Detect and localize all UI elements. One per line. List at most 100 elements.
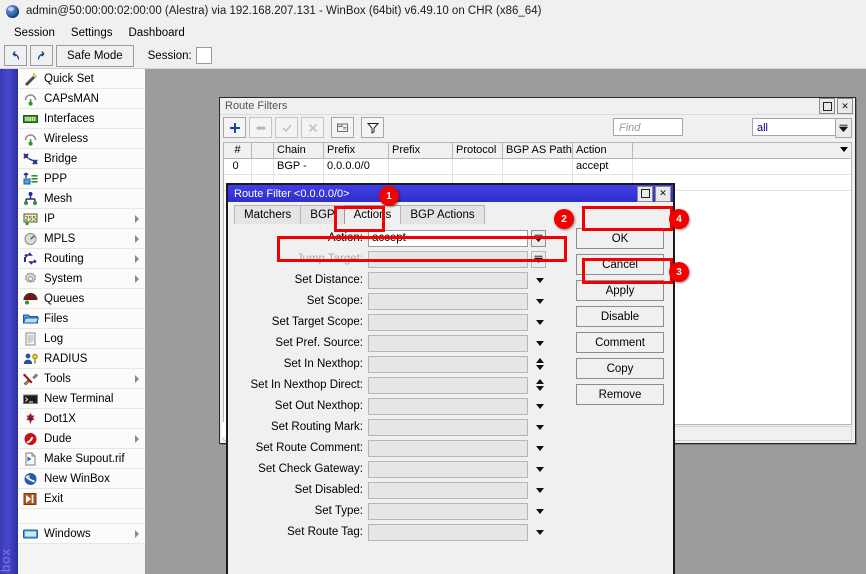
sidebar-item-ppp[interactable]: PPP <box>18 169 145 189</box>
comment-button[interactable] <box>331 117 354 138</box>
column-header-bgp-as-path[interactable]: BGP AS Path <box>503 143 573 158</box>
jump-target-dropdown-icon[interactable] <box>531 251 546 268</box>
chevron-down-icon[interactable] <box>835 118 852 138</box>
route-filter-dialog-titlebar[interactable]: Route Filter <0.0.0.0/0> ✕ <box>228 185 673 202</box>
table-row[interactable]: 0 BGP - OUT 0.0.0.0/0 accept <box>224 159 851 175</box>
chevron-down-icon[interactable] <box>531 467 548 472</box>
find-input[interactable]: Find <box>613 118 683 136</box>
set-route-comment-input[interactable] <box>368 440 528 457</box>
jump-target-input[interactable] <box>368 251 528 268</box>
sidebar-item-files[interactable]: Files <box>18 309 145 329</box>
sidebar-item-interfaces[interactable]: Interfaces <box>18 109 145 129</box>
stepper-icon[interactable] <box>531 379 548 391</box>
set-check-gateway-input[interactable] <box>368 461 528 478</box>
sidebar-item-tools[interactable]: Tools <box>18 369 145 389</box>
safe-mode-button[interactable]: Safe Mode <box>56 45 134 67</box>
sidebar-brand-label: box <box>0 548 20 572</box>
set-out-nexthop-input[interactable] <box>368 398 528 415</box>
column-header-chain[interactable]: Chain <box>274 143 324 158</box>
close-icon[interactable]: ✕ <box>837 98 853 114</box>
chevron-down-icon[interactable] <box>531 404 548 409</box>
set-in-nexthop-direct-input[interactable] <box>368 377 528 394</box>
field-row-set-in-nexthop-direct: Set In Nexthop Direct: <box>228 375 569 395</box>
tab-bgp[interactable]: BGP <box>300 205 344 224</box>
sidebar-item-make-supout[interactable]: Make Supout.rif <box>18 449 145 469</box>
cancel-button[interactable]: Cancel <box>576 254 664 275</box>
actions-form: Action: accept Jump Target: Set Distance… <box>228 228 569 543</box>
chevron-down-icon[interactable] <box>531 425 548 430</box>
column-header-prefix[interactable]: Prefix <box>324 143 389 158</box>
set-pref-source-input[interactable] <box>368 335 528 352</box>
sidebar-item-radius[interactable]: RADIUS <box>18 349 145 369</box>
close-icon[interactable]: ✕ <box>655 186 671 202</box>
chevron-down-icon[interactable] <box>531 320 548 325</box>
set-routing-mark-input[interactable] <box>368 419 528 436</box>
sidebar-item-dude[interactable]: Dude <box>18 429 145 449</box>
redo-arrow-icon[interactable] <box>30 45 53 66</box>
route-filters-titlebar[interactable]: Route Filters ✕ <box>220 98 855 115</box>
maximize-icon[interactable] <box>819 98 835 114</box>
chevron-down-icon[interactable] <box>531 488 548 493</box>
menu-item-dashboard[interactable]: Dashboard <box>120 25 192 41</box>
sidebar-item-log[interactable]: Log <box>18 329 145 349</box>
set-disabled-input[interactable] <box>368 482 528 499</box>
sidebar-item-quick-set[interactable]: Quick Set <box>18 69 145 89</box>
column-header-num[interactable]: # <box>224 143 252 158</box>
ok-button[interactable]: OK <box>576 228 664 249</box>
column-header-prefix-length[interactable]: Prefix Length <box>389 143 453 158</box>
copy-button[interactable]: Copy <box>576 358 664 379</box>
apply-button[interactable]: Apply <box>576 280 664 301</box>
disable-button[interactable] <box>301 117 324 138</box>
filter-select[interactable]: all <box>752 118 837 136</box>
sidebar-item-wireless[interactable]: Wireless <box>18 129 145 149</box>
antenna-icon <box>22 131 39 147</box>
sidebar-item-bridge[interactable]: Bridge <box>18 149 145 169</box>
action-input[interactable]: accept <box>368 230 528 247</box>
sidebar-item-mesh[interactable]: Mesh <box>18 189 145 209</box>
chevron-down-icon[interactable] <box>531 446 548 451</box>
undo-arrow-icon[interactable] <box>4 45 27 66</box>
tab-bgp-actions[interactable]: BGP Actions <box>400 205 484 224</box>
chevron-down-icon[interactable] <box>531 299 548 304</box>
tab-matchers[interactable]: Matchers <box>234 205 301 224</box>
chevron-down-icon[interactable] <box>531 341 548 346</box>
menu-item-session[interactable]: Session <box>6 25 63 41</box>
filter-button[interactable] <box>361 117 384 138</box>
maximize-icon[interactable] <box>637 186 653 202</box>
stepper-icon[interactable] <box>531 358 548 370</box>
set-type-input[interactable] <box>368 503 528 520</box>
sidebar-item-routing[interactable]: Routing <box>18 249 145 269</box>
disable-button[interactable]: Disable <box>576 306 664 327</box>
tab-actions[interactable]: Actions <box>344 205 402 224</box>
menu-item-settings[interactable]: Settings <box>63 25 121 41</box>
session-input[interactable] <box>196 47 212 64</box>
sidebar-item-dot1x[interactable]: Dot1X <box>18 409 145 429</box>
add-button[interactable] <box>223 117 246 138</box>
remove-button[interactable] <box>249 117 272 138</box>
chevron-down-icon[interactable] <box>531 530 548 535</box>
set-distance-input[interactable] <box>368 272 528 289</box>
sidebar-item-new-winbox[interactable]: New WinBox <box>18 469 145 489</box>
column-header-action[interactable]: Action <box>573 143 633 158</box>
set-in-nexthop-input[interactable] <box>368 356 528 373</box>
set-target-scope-input[interactable] <box>368 314 528 331</box>
sidebar-item-mpls[interactable]: MPLS <box>18 229 145 249</box>
enable-button[interactable] <box>275 117 298 138</box>
set-route-tag-input[interactable] <box>368 524 528 541</box>
sidebar-item-system[interactable]: System <box>18 269 145 289</box>
action-dropdown-icon[interactable] <box>531 230 546 247</box>
sidebar-item-exit[interactable]: Exit <box>18 489 145 509</box>
chevron-down-icon[interactable] <box>531 509 548 514</box>
sidebar-item-capsman[interactable]: CAPsMAN <box>18 89 145 109</box>
set-scope-input[interactable] <box>368 293 528 310</box>
sidebar-item-queues[interactable]: Queues <box>18 289 145 309</box>
sidebar-item-windows[interactable]: Windows <box>18 524 145 544</box>
remove-button[interactable]: Remove <box>576 384 664 405</box>
sidebar-item-ip[interactable]: 255 IP <box>18 209 145 229</box>
column-header-protocol[interactable]: Protocol <box>453 143 503 158</box>
chevron-down-icon[interactable] <box>840 147 848 152</box>
cell-protocol <box>453 159 503 174</box>
chevron-down-icon[interactable] <box>531 278 548 283</box>
sidebar-item-new-terminal[interactable]: New Terminal <box>18 389 145 409</box>
comment-button[interactable]: Comment <box>576 332 664 353</box>
